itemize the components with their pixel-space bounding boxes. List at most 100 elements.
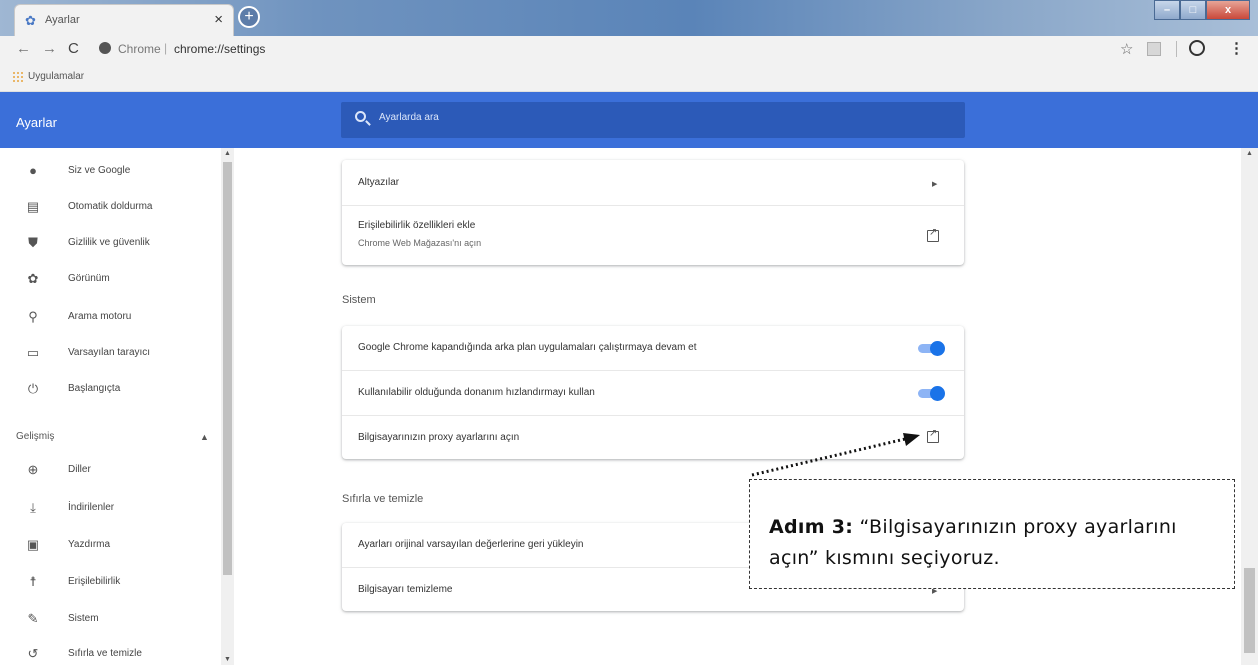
power-icon: ⏻: [27, 381, 39, 396]
sidebar-item-on-startup[interactable]: ⏻ Başlangıçta: [0, 376, 220, 406]
apps-bookmark[interactable]: Uygulamalar: [28, 71, 84, 82]
scroll-up-icon[interactable]: ▲: [1246, 150, 1253, 157]
sidebar-item-autofill[interactable]: ▤ Otomatik doldurma: [0, 194, 220, 224]
page-title: Ayarlar: [16, 115, 57, 130]
menu-dots-icon[interactable]: ⋮: [1229, 39, 1244, 57]
sidebar-item-appearance[interactable]: ✿ Görünüm: [0, 266, 220, 296]
sidebar-item-label: Gizlilik ve güvenlik: [68, 237, 150, 248]
sidebar-item-you-and-google[interactable]: ● Siz ve Google: [0, 158, 220, 188]
sidebar-item-system[interactable]: ✎ Sistem: [0, 606, 220, 636]
close-tab-button[interactable]: ×: [214, 11, 223, 28]
sidebar-item-languages[interactable]: ⊕ Diller: [0, 457, 220, 487]
callout-arrow: [751, 433, 920, 477]
reload-icon[interactable]: C: [68, 40, 79, 57]
forward-icon[interactable]: →: [42, 40, 57, 57]
sidebar-item-accessibility[interactable]: ☨ Erişilebilirlik: [0, 569, 220, 599]
sidebar-item-label: Otomatik doldurma: [68, 201, 153, 212]
chevron-right-icon: ▶: [932, 181, 938, 188]
captions-label: Altyazılar: [358, 177, 400, 188]
sidebar-scrollbar[interactable]: ▲ ▼: [221, 148, 234, 665]
wrench-icon: ✎: [27, 611, 39, 626]
maximize-button[interactable]: □: [1180, 0, 1206, 20]
shield-icon: ⛊: [28, 235, 38, 250]
hardware-accel-toggle[interactable]: [916, 386, 946, 401]
annotation-step-label: Adım 3:: [769, 516, 854, 538]
globe-icon: ⊕: [27, 462, 39, 477]
toggle-knob: [930, 386, 945, 401]
tab-settings[interactable]: ✿ Ayarlar ×: [14, 4, 234, 36]
step-annotation: Adım 3: “Bilgisayarınızın proxy ayarları…: [749, 479, 1235, 589]
annotation-text: Adım 3: “Bilgisayarınızın proxy ayarları…: [769, 512, 1229, 574]
address-bar: ← → C Chrome | chrome://settings ☆ ⋮: [0, 36, 1258, 62]
settings-search[interactable]: [341, 102, 965, 138]
sidebar-item-label: İndirilenler: [68, 502, 115, 513]
apps-grid-icon[interactable]: [12, 71, 23, 82]
toggle-knob: [930, 341, 945, 356]
sidebar-item-reset[interactable]: ↺ Sıfırla ve temizle: [0, 641, 220, 665]
search-input[interactable]: [379, 112, 939, 123]
profile-icon[interactable]: [1189, 40, 1205, 56]
window-titlebar: ✿ Ayarlar × + – □ x: [0, 0, 1258, 36]
omnibox-origin[interactable]: Chrome: [118, 42, 161, 56]
sidebar-item-label: Siz ve Google: [68, 165, 131, 176]
sidebar-item-printing[interactable]: ▣ Yazdırma: [0, 532, 220, 562]
search-icon: [355, 111, 366, 122]
download-icon: ⤓: [30, 500, 36, 515]
add-accessibility-features-row[interactable]: Erişilebilirlik özellikleri ekle Chrome …: [342, 205, 964, 265]
cleanup-computer-label: Bilgisayarı temizleme: [358, 584, 453, 595]
sidebar-item-label: Sistem: [68, 613, 99, 624]
palette-icon: ✿: [27, 271, 39, 286]
restore-defaults-label: Ayarları orijinal varsayılan değerlerine…: [358, 539, 584, 550]
bookmark-star-icon[interactable]: ☆: [1120, 40, 1133, 58]
extension-icon[interactable]: [1147, 42, 1161, 56]
gear-icon: ✿: [25, 13, 36, 28]
sidebar-item-privacy[interactable]: ⛊ Gizlilik ve güvenlik: [0, 230, 220, 260]
settings-header: Ayarlar: [0, 92, 1258, 148]
printer-icon: ▣: [26, 537, 40, 552]
omnibox-url[interactable]: chrome://settings: [174, 42, 265, 56]
add-features-label: Erişilebilirlik özellikleri ekle: [358, 220, 476, 231]
hardware-acceleration-row[interactable]: Kullanılabilir olduğunda donanım hızland…: [342, 370, 964, 415]
main-scrollbar[interactable]: ▲: [1241, 148, 1258, 665]
sidebar-item-downloads[interactable]: ⤓ İndirilenler: [0, 495, 220, 525]
callout-arrow-line: [751, 437, 906, 477]
clipboard-icon: ▤: [26, 199, 40, 214]
sidebar-item-search-engine[interactable]: ⚲ Arama motoru: [0, 304, 220, 334]
sidebar-scroll-thumb[interactable]: [223, 162, 232, 575]
sidebar-item-label: Başlangıçta: [68, 383, 121, 394]
hardware-accel-label: Kullanılabilir olduğunda donanım hızland…: [358, 387, 595, 398]
chrome-icon: [99, 42, 111, 54]
background-apps-row[interactable]: Google Chrome kapandığında arka plan uyg…: [342, 326, 964, 370]
scroll-down-icon[interactable]: ▼: [224, 656, 231, 663]
sidebar: ● Siz ve Google ▤ Otomatik doldurma ⛊ Gi…: [0, 148, 234, 665]
chevron-up-icon[interactable]: ▲: [200, 432, 209, 442]
background-apps-label: Google Chrome kapandığında arka plan uyg…: [358, 342, 697, 353]
callout-arrow-head: [903, 433, 920, 446]
sidebar-item-label: Sıfırla ve temizle: [68, 648, 142, 659]
background-apps-toggle[interactable]: [916, 341, 946, 356]
back-icon[interactable]: ←: [16, 40, 31, 57]
sidebar-advanced-label[interactable]: Gelişmiş: [16, 431, 54, 442]
captions-row[interactable]: Altyazılar ▶: [342, 160, 964, 205]
omnibox-separator: |: [164, 41, 168, 55]
proxy-settings-label: Bilgisayarınızın proxy ayarlarını açın: [358, 432, 520, 443]
main-scroll-thumb[interactable]: [1244, 568, 1255, 653]
minimize-button[interactable]: –: [1154, 0, 1180, 20]
sidebar-item-label: Arama motoru: [68, 311, 132, 322]
sidebar-item-label: Diller: [68, 464, 91, 475]
toolbar-divider: [1176, 41, 1177, 57]
sidebar-item-default-browser[interactable]: ▭ Varsayılan tarayıcı: [0, 340, 220, 370]
person-icon: ●: [29, 163, 37, 178]
accessibility-card: Altyazılar ▶ Erişilebilirlik özellikleri…: [342, 160, 964, 265]
close-window-button[interactable]: x: [1206, 0, 1250, 20]
add-features-sublabel: Chrome Web Mağazası'nı açın: [358, 238, 482, 248]
sidebar-item-label: Varsayılan tarayıcı: [68, 347, 151, 358]
tab-title: Ayarlar: [45, 14, 80, 26]
reset-section-title: Sıfırla ve temizle: [342, 493, 424, 505]
sidebar-item-label: Yazdırma: [68, 539, 111, 550]
sidebar-item-label: Görünüm: [68, 273, 110, 284]
scroll-up-icon[interactable]: ▲: [224, 150, 231, 157]
sidebar-item-label: Erişilebilirlik: [68, 576, 121, 587]
new-tab-button[interactable]: +: [238, 6, 260, 28]
system-section-title: Sistem: [342, 294, 376, 306]
